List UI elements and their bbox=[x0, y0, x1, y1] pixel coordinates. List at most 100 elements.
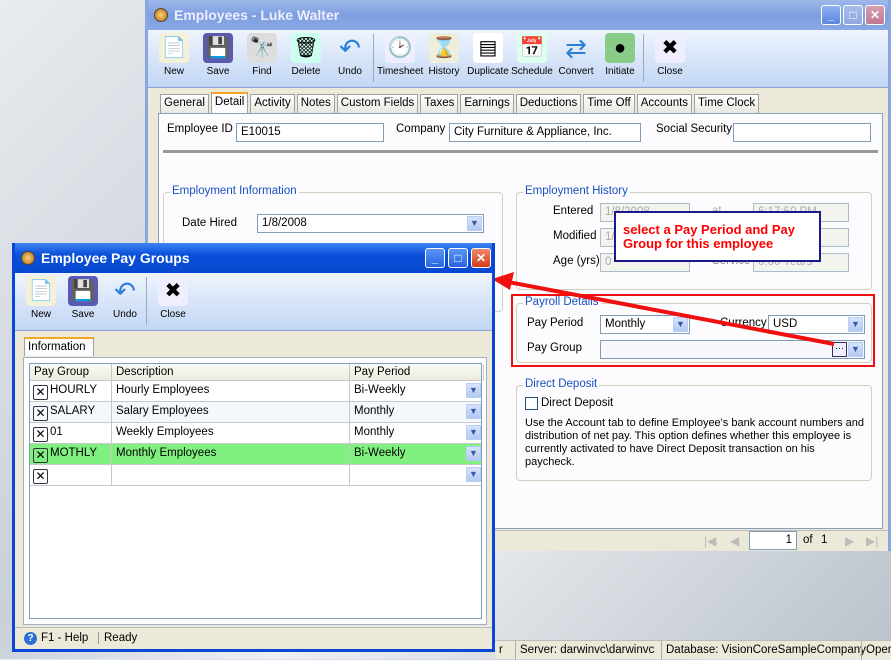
toolbar-separator bbox=[373, 34, 374, 82]
maximize-button[interactable]: □ bbox=[843, 5, 863, 25]
chevron-down-icon[interactable]: ▼ bbox=[848, 342, 863, 357]
tab-taxes[interactable]: Taxes bbox=[420, 94, 459, 113]
tab-time-clock[interactable]: Time Clock bbox=[694, 94, 760, 113]
toolbar-label: Find bbox=[252, 66, 272, 77]
employee-id-label: Employee ID bbox=[167, 123, 233, 135]
description-cell[interactable] bbox=[112, 465, 350, 486]
tab-information[interactable]: Information bbox=[24, 337, 94, 356]
chevron-down-icon[interactable]: ▼ bbox=[466, 446, 481, 461]
tab-detail[interactable]: Detail bbox=[210, 92, 249, 113]
tab-time-off[interactable]: Time Off bbox=[583, 94, 635, 113]
tab-deductions[interactable]: Deductions bbox=[515, 94, 582, 113]
toolbar-label: New bbox=[30, 309, 51, 320]
pay-period-cell[interactable]: Monthly ▼ bbox=[350, 402, 483, 423]
tab-activity[interactable]: Activity bbox=[250, 94, 295, 113]
chevron-down-icon[interactable]: ▼ bbox=[466, 404, 481, 419]
close-window-button[interactable]: ✕ bbox=[865, 5, 885, 25]
direct-deposit-checkbox[interactable] bbox=[525, 397, 538, 410]
description-cell[interactable]: Monthly Employees bbox=[112, 444, 350, 465]
chevron-down-icon[interactable]: ▼ bbox=[466, 467, 481, 482]
history-icon: ⌛ bbox=[429, 33, 459, 63]
toolbar-new-button[interactable]: 📄 New bbox=[151, 33, 197, 77]
pay-period-cell[interactable]: ▼ bbox=[350, 465, 483, 486]
tab-notes[interactable]: Notes bbox=[296, 94, 335, 113]
column-header[interactable]: Pay Group bbox=[30, 364, 112, 381]
toolbar-close-button[interactable]: ✖ Close bbox=[647, 33, 693, 77]
toolbar-undo-button[interactable]: ↶ Undo bbox=[102, 276, 148, 320]
chevron-down-icon[interactable]: ▼ bbox=[848, 317, 863, 332]
pay-group-cell[interactable]: ✕ 01 bbox=[30, 423, 112, 444]
delete-row-icon[interactable]: ✕ bbox=[33, 448, 48, 463]
date-hired-field[interactable]: 1/8/2008 ▼ bbox=[257, 214, 484, 233]
table-row[interactable]: ✕ HOURLY Hourly Employees Bi-Weekly ▼ bbox=[30, 381, 481, 402]
delete-row-icon[interactable]: ✕ bbox=[33, 427, 48, 442]
toolbar-timesheet-button[interactable]: 🕑 Timesheet bbox=[377, 33, 423, 77]
pay-period-cell[interactable]: Bi-Weekly ▼ bbox=[350, 381, 483, 402]
page-number-input[interactable]: 1 bbox=[749, 531, 797, 550]
pay-group-value: HOURLY bbox=[50, 384, 98, 396]
pay-group-cell[interactable]: ✕ bbox=[30, 465, 112, 486]
chevron-down-icon[interactable]: ▼ bbox=[466, 383, 481, 398]
delete-row-icon[interactable]: ✕ bbox=[33, 469, 48, 484]
tab-accounts[interactable]: Accounts bbox=[636, 94, 693, 113]
description-cell[interactable]: Salary Employees bbox=[112, 402, 350, 423]
toolbar-schedule-button[interactable]: 📅 Schedule bbox=[509, 33, 555, 77]
column-header[interactable]: Description bbox=[112, 364, 350, 381]
table-row[interactable]: ✕ 01 Weekly Employees Monthly ▼ bbox=[30, 423, 481, 444]
employee-id-field[interactable]: E10015 bbox=[236, 123, 384, 142]
company-field[interactable]: City Furniture & Appliance, Inc. bbox=[449, 123, 641, 142]
toolbar-save-button[interactable]: 💾 Save bbox=[60, 276, 106, 320]
maximize-button[interactable]: □ bbox=[448, 248, 468, 268]
tab-general[interactable]: General bbox=[160, 94, 209, 113]
toolbar-close-button[interactable]: ✖ Close bbox=[150, 276, 196, 320]
toolbar-undo-button[interactable]: ↶ Undo bbox=[327, 33, 373, 77]
toolbar-new-button[interactable]: 📄 New bbox=[18, 276, 64, 320]
pay-period-value: Monthly bbox=[354, 426, 395, 438]
timesheet-icon: 🕑 bbox=[385, 33, 415, 63]
close-dialog-button[interactable]: ✕ bbox=[471, 248, 491, 268]
description-cell[interactable]: Hourly Employees bbox=[112, 381, 350, 402]
last-page-icon[interactable]: ▶| bbox=[866, 534, 878, 548]
pay-group-cell[interactable]: ✕ HOURLY bbox=[30, 381, 112, 402]
pay-group-cell[interactable]: ✕ SALARY bbox=[30, 402, 112, 423]
chevron-down-icon[interactable]: ▼ bbox=[466, 425, 481, 440]
pay-group-value: MOTHLY bbox=[50, 447, 98, 459]
minimize-button[interactable]: _ bbox=[821, 5, 841, 25]
toolbar-label: New bbox=[163, 66, 184, 77]
next-page-icon[interactable]: ▶ bbox=[845, 534, 854, 548]
pay-period-cell[interactable]: Monthly ▼ bbox=[350, 423, 483, 444]
table-row[interactable]: ✕ ▼ bbox=[30, 465, 481, 486]
entered-label: Entered bbox=[553, 205, 594, 217]
pay-period-cell[interactable]: Bi-Weekly ▼ bbox=[350, 444, 483, 465]
table-row[interactable]: ✕ SALARY Salary Employees Monthly ▼ bbox=[30, 402, 481, 423]
delete-row-icon[interactable]: ✕ bbox=[33, 385, 48, 400]
description-cell[interactable]: Weekly Employees bbox=[112, 423, 350, 444]
toolbar-find-button[interactable]: 🔭 Find bbox=[239, 33, 285, 77]
status-partial: r bbox=[499, 644, 503, 656]
table-row[interactable]: ✕ MOTHLY Monthly Employees Bi-Weekly ▼ bbox=[30, 444, 481, 465]
chevron-down-icon[interactable]: ▼ bbox=[467, 216, 482, 231]
tab-label: Information bbox=[28, 341, 86, 353]
column-header[interactable]: Pay Period bbox=[350, 364, 484, 381]
toolbar-initiate-button[interactable]: ● Initiate bbox=[597, 33, 643, 77]
toolbar-history-button[interactable]: ⌛ History bbox=[421, 33, 467, 77]
social-security-field[interactable] bbox=[733, 123, 871, 142]
toolbar-convert-button[interactable]: ⇄ Convert bbox=[553, 33, 599, 77]
modified-label: Modified bbox=[553, 230, 597, 242]
tab-custom-fields[interactable]: Custom Fields bbox=[336, 94, 419, 113]
dialog-title-bar: Employee Pay Groups _ □ ✕ bbox=[15, 243, 492, 273]
help-label[interactable]: F1 - Help bbox=[41, 632, 88, 644]
direct-deposit-note: Use the Account tab to define Employee's… bbox=[525, 417, 865, 468]
convert-icon: ⇄ bbox=[565, 33, 587, 63]
pay-group-cell[interactable]: ✕ MOTHLY bbox=[30, 444, 112, 465]
toolbar-save-button[interactable]: 💾 Save bbox=[195, 33, 241, 77]
delete-row-icon[interactable]: ✕ bbox=[33, 406, 48, 421]
toolbar-duplicate-button[interactable]: ▤ Duplicate bbox=[465, 33, 511, 77]
prev-page-icon[interactable]: ◀ bbox=[730, 534, 739, 548]
help-icon[interactable]: ? bbox=[24, 632, 37, 645]
tab-earnings[interactable]: Earnings bbox=[460, 94, 514, 113]
pay-period-value: Bi-Weekly bbox=[354, 384, 406, 396]
first-page-icon[interactable]: |◀ bbox=[704, 534, 716, 548]
toolbar-delete-button[interactable]: 🗑 Delete bbox=[283, 33, 329, 77]
minimize-button[interactable]: _ bbox=[425, 248, 445, 268]
